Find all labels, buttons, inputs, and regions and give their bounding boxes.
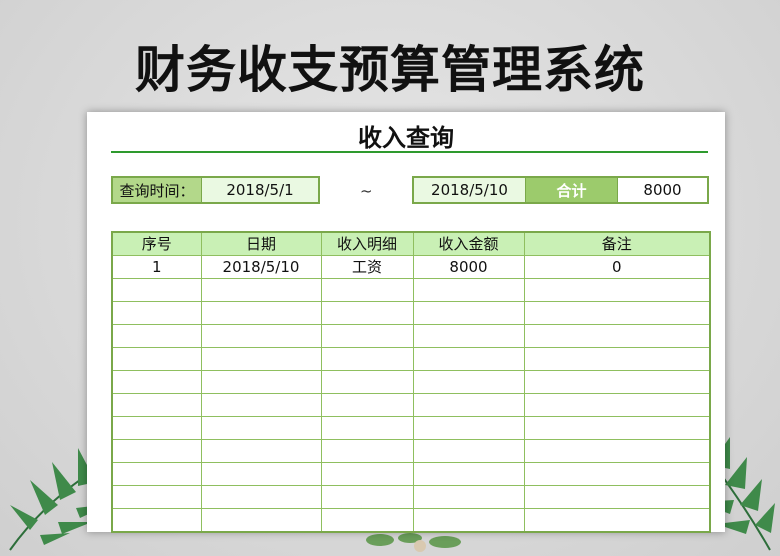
table-header-row: 序号 日期 收入明细 收入金额 备注 bbox=[111, 231, 711, 256]
start-date-field[interactable]: 2018/5/1 bbox=[202, 178, 318, 202]
table-cell[interactable] bbox=[111, 485, 202, 509]
table-row bbox=[111, 347, 711, 371]
col-header-amount[interactable]: 收入金额 bbox=[412, 231, 525, 256]
table-cell[interactable] bbox=[111, 278, 202, 302]
table-cell[interactable]: 2018/5/10 bbox=[200, 255, 322, 279]
table-cell[interactable] bbox=[200, 485, 322, 509]
table-cell[interactable] bbox=[412, 416, 525, 440]
col-header-note[interactable]: 备注 bbox=[523, 231, 711, 256]
table-row bbox=[111, 462, 711, 486]
table-cell[interactable] bbox=[412, 462, 525, 486]
table-cell[interactable]: 0 bbox=[523, 255, 711, 279]
table-row bbox=[111, 301, 711, 325]
query-label: 查询时间： bbox=[113, 178, 202, 202]
table-cell[interactable] bbox=[320, 370, 414, 394]
query-end-box: 2018/5/10 合计 8000 bbox=[412, 176, 709, 204]
table-cell[interactable] bbox=[111, 393, 202, 417]
col-header-detail[interactable]: 收入明细 bbox=[320, 231, 414, 256]
table-cell[interactable] bbox=[412, 439, 525, 463]
table-cell[interactable] bbox=[111, 347, 202, 371]
table-cell[interactable] bbox=[200, 301, 322, 325]
table-cell[interactable]: 1 bbox=[111, 255, 202, 279]
table-cell[interactable]: 工资 bbox=[320, 255, 414, 279]
table-row bbox=[111, 393, 711, 417]
date-range-separator: ~ bbox=[360, 182, 373, 200]
table-row bbox=[111, 485, 711, 509]
table-row bbox=[111, 416, 711, 440]
table-cell[interactable] bbox=[412, 485, 525, 509]
table-cell[interactable] bbox=[523, 393, 711, 417]
table-row bbox=[111, 508, 711, 533]
table-cell[interactable] bbox=[523, 485, 711, 509]
table-cell[interactable] bbox=[523, 462, 711, 486]
table-cell[interactable] bbox=[412, 324, 525, 348]
table-cell[interactable] bbox=[523, 301, 711, 325]
table-cell[interactable] bbox=[523, 347, 711, 371]
table-cell[interactable] bbox=[200, 508, 322, 533]
table-cell[interactable] bbox=[111, 370, 202, 394]
table-cell[interactable] bbox=[200, 439, 322, 463]
total-value: 8000 bbox=[618, 178, 707, 202]
table-cell[interactable] bbox=[320, 439, 414, 463]
table-cell[interactable] bbox=[412, 278, 525, 302]
table-cell[interactable] bbox=[111, 416, 202, 440]
table-cell[interactable] bbox=[320, 485, 414, 509]
col-header-date[interactable]: 日期 bbox=[200, 231, 322, 256]
table-cell[interactable] bbox=[523, 416, 711, 440]
table-cell[interactable] bbox=[200, 278, 322, 302]
table-cell[interactable] bbox=[523, 324, 711, 348]
sheet-card: 收入查询 查询时间： 2018/5/1 ~ 2018/5/10 合计 8000 … bbox=[87, 112, 725, 533]
end-date-field[interactable]: 2018/5/10 bbox=[414, 178, 525, 202]
table-cell[interactable] bbox=[200, 462, 322, 486]
table-cell[interactable] bbox=[320, 301, 414, 325]
table-row bbox=[111, 278, 711, 302]
table-cell[interactable] bbox=[200, 324, 322, 348]
table-cell[interactable] bbox=[200, 416, 322, 440]
table-row bbox=[111, 324, 711, 348]
table-cell[interactable] bbox=[523, 278, 711, 302]
app-title: 财务收支预算管理系统 bbox=[135, 41, 645, 99]
table-cell[interactable] bbox=[412, 347, 525, 371]
table-cell[interactable] bbox=[320, 462, 414, 486]
sheet-title: 收入查询 bbox=[358, 124, 454, 152]
table-cell[interactable] bbox=[412, 370, 525, 394]
table-cell[interactable] bbox=[523, 370, 711, 394]
table-cell[interactable] bbox=[320, 324, 414, 348]
table-cell[interactable] bbox=[523, 439, 711, 463]
table-cell[interactable] bbox=[111, 508, 202, 533]
income-table: 序号 日期 收入明细 收入金额 备注 1 2018/5/10 工资 8000 0 bbox=[111, 231, 711, 533]
table-cell[interactable] bbox=[200, 370, 322, 394]
total-label: 合计 bbox=[525, 178, 618, 202]
table-cell[interactable] bbox=[412, 301, 525, 325]
table-row bbox=[111, 370, 711, 394]
table-cell[interactable] bbox=[523, 508, 711, 533]
title-divider bbox=[111, 151, 708, 153]
table-row bbox=[111, 439, 711, 463]
table-cell[interactable] bbox=[320, 393, 414, 417]
query-start-box: 查询时间： 2018/5/1 bbox=[111, 176, 320, 204]
col-header-index[interactable]: 序号 bbox=[111, 231, 202, 256]
table-cell[interactable]: 8000 bbox=[412, 255, 525, 279]
table-cell[interactable] bbox=[111, 301, 202, 325]
table-cell[interactable] bbox=[320, 508, 414, 533]
table-cell[interactable] bbox=[111, 462, 202, 486]
table-cell[interactable] bbox=[200, 347, 322, 371]
table-row: 1 2018/5/10 工资 8000 0 bbox=[111, 255, 711, 279]
table-cell[interactable] bbox=[320, 347, 414, 371]
table-cell[interactable] bbox=[320, 416, 414, 440]
table-cell[interactable] bbox=[320, 278, 414, 302]
table-cell[interactable] bbox=[111, 324, 202, 348]
table-cell[interactable] bbox=[412, 508, 525, 533]
table-cell[interactable] bbox=[200, 393, 322, 417]
table-cell[interactable] bbox=[412, 393, 525, 417]
table-cell[interactable] bbox=[111, 439, 202, 463]
